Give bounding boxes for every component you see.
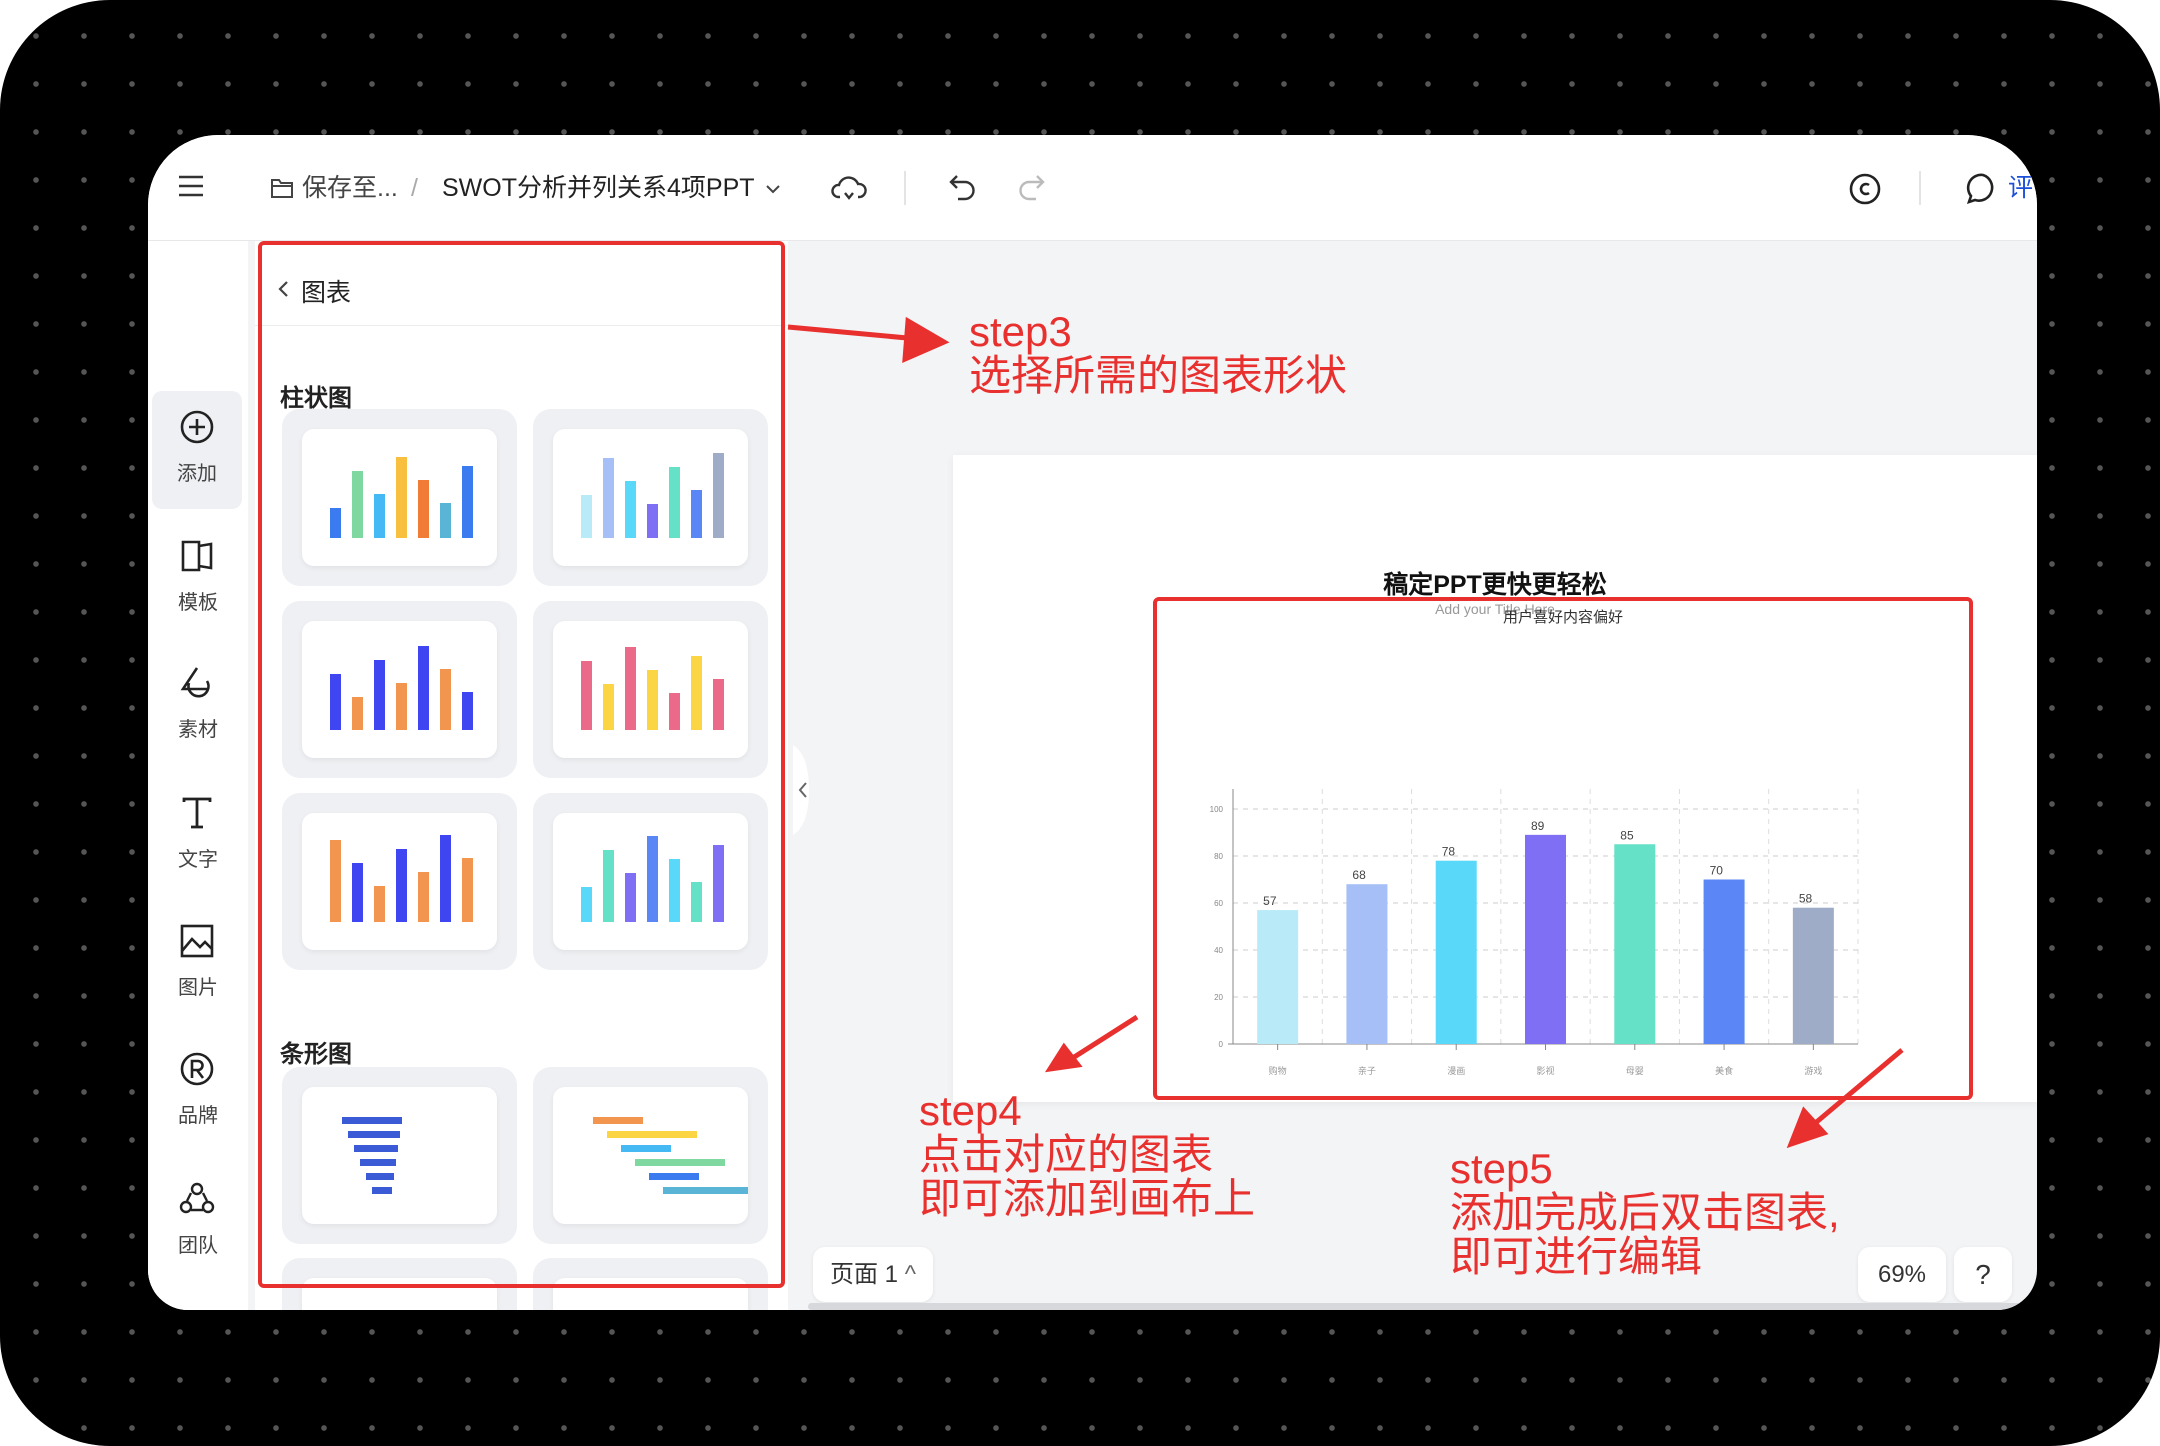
annotation-box-panel	[258, 241, 785, 1288]
annotation-step5: step5 添加完成后双击图表, 即可进行编辑	[1450, 1145, 1840, 1280]
page-selector[interactable]: 页面 1 ^	[813, 1247, 933, 1302]
copyright-icon[interactable]	[1848, 172, 1882, 206]
undo-icon[interactable]	[948, 173, 978, 203]
user-icon	[179, 1309, 215, 1310]
annotation-step4: step4 点击对应的图表 即可添加到画布上	[919, 1087, 1256, 1222]
template-icon	[181, 540, 213, 572]
rail-item-image[interactable]: 图片	[148, 905, 248, 1023]
rail-item-text[interactable]: 文字	[148, 777, 248, 895]
comment-icon[interactable]	[1966, 172, 2000, 206]
collapse-panel-handle[interactable]	[793, 745, 817, 835]
folder-icon	[271, 179, 293, 198]
save-to-button[interactable]: 保存至...	[302, 169, 398, 207]
shapes-icon	[180, 667, 210, 698]
comment-button[interactable]: 评论	[2008, 169, 2037, 207]
cloud-sync-icon[interactable]	[831, 173, 867, 203]
rail-item-add[interactable]: 添加	[152, 391, 242, 509]
left-rail: 添加 模板 素材 文字 图片 品牌 团队 我的	[148, 241, 248, 1310]
rail-item-team[interactable]: 团队	[148, 1163, 248, 1281]
rail-item-brand[interactable]: 品牌	[148, 1033, 248, 1151]
help-button[interactable]: ?	[1954, 1247, 2012, 1302]
chevron-up-icon: ^	[904, 1261, 916, 1288]
arrowhead-icon	[902, 316, 950, 363]
top-bar: 保存至... / SWOT分析并列关系4项PPT 评论	[148, 135, 2037, 241]
rail-item-assets[interactable]: 素材	[148, 647, 248, 765]
annotation-box-chart	[1153, 597, 1973, 1100]
chevron-down-icon[interactable]	[765, 183, 781, 195]
breadcrumb-separator: /	[411, 174, 418, 202]
arrowhead-icon	[1786, 1106, 1829, 1149]
document-title[interactable]: SWOT分析并列关系4项PPT	[442, 169, 755, 207]
annotation-step3: step3 选择所需的图表形状	[969, 308, 1348, 399]
team-icon	[179, 1182, 215, 1214]
brand-icon	[180, 1052, 214, 1086]
horizontal-scrollbar[interactable]	[808, 1303, 2037, 1310]
redo-icon[interactable]	[1016, 173, 1046, 203]
zoom-level[interactable]: 69%	[1858, 1247, 1946, 1302]
menu-icon[interactable]	[178, 175, 204, 197]
slide-title[interactable]: 稿定PPT更快更轻松	[953, 565, 2037, 601]
divider	[1919, 171, 1921, 205]
text-icon	[182, 797, 212, 829]
image-icon	[180, 924, 214, 958]
rail-item-template[interactable]: 模板	[148, 520, 248, 638]
divider	[904, 171, 906, 205]
plus-circle-icon	[180, 410, 214, 444]
rail-item-mine[interactable]: 我的	[148, 1291, 248, 1310]
app-window: 保存至... / SWOT分析并列关系4项PPT 评论 添加 模板 素材 文字 …	[148, 135, 2037, 1310]
screen-background: 保存至... / SWOT分析并列关系4项PPT 评论 添加 模板 素材 文字 …	[0, 0, 2160, 1446]
arrow-step3	[787, 324, 919, 342]
